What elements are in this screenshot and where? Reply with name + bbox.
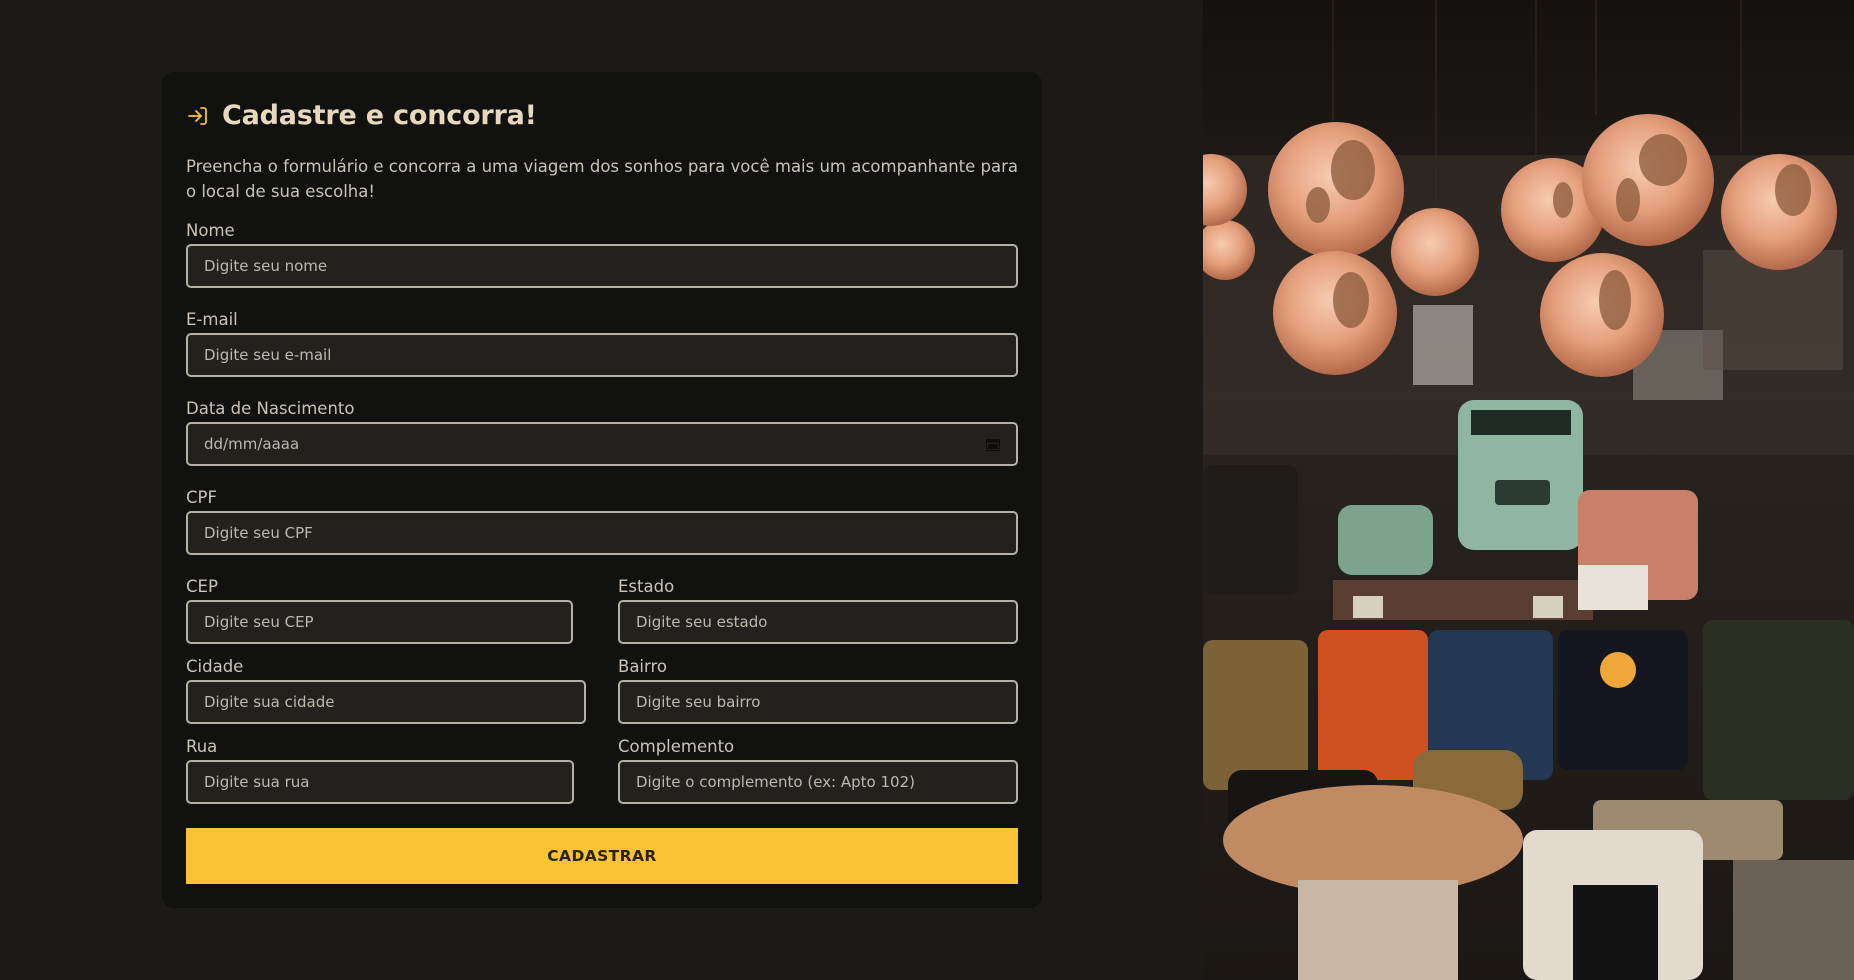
cep-label: CEP xyxy=(186,577,218,596)
email-placeholder: Digite seu e-mail xyxy=(204,346,332,364)
estado-placeholder: Digite seu estado xyxy=(636,613,768,631)
bairro-label: Bairro xyxy=(618,657,668,676)
login-arrow-icon xyxy=(188,106,207,125)
calendar-icon[interactable] xyxy=(986,438,1000,451)
globes-and-backpacks-illustration xyxy=(1203,0,1854,980)
cidade-input[interactable]: Digite sua cidade xyxy=(186,680,586,724)
email-input[interactable]: Digite seu e-mail xyxy=(186,333,1018,377)
cep-placeholder: Digite seu CEP xyxy=(204,613,314,631)
cep-input[interactable]: Digite seu CEP xyxy=(186,600,573,644)
complemento-label: Complemento xyxy=(618,737,735,756)
rua-placeholder: Digite sua rua xyxy=(204,773,310,791)
nascimento-label: Data de Nascimento xyxy=(186,399,355,418)
left-pane: Cadastre e concorra! Preencha o formulár… xyxy=(0,0,1203,980)
cidade-label: Cidade xyxy=(186,657,244,676)
complemento-field-group: Complemento Digite o complemento (ex: Ap… xyxy=(618,736,1018,804)
cep-field-group: CEP Digite seu CEP xyxy=(186,576,573,644)
nome-field-group: Nome Digite seu nome xyxy=(186,220,1018,288)
nome-input[interactable]: Digite seu nome xyxy=(186,244,1018,288)
rua-field-group: Rua Digite sua rua xyxy=(186,736,574,804)
cpf-placeholder: Digite seu CPF xyxy=(204,524,313,542)
cpf-label: CPF xyxy=(186,488,217,507)
estado-input[interactable]: Digite seu estado xyxy=(618,600,1018,644)
nome-placeholder: Digite seu nome xyxy=(204,257,328,275)
nascimento-placeholder: dd/mm/aaaa xyxy=(204,435,300,453)
email-label: E-mail xyxy=(186,310,238,329)
hero-photo xyxy=(1203,0,1854,980)
complemento-input[interactable]: Digite o complemento (ex: Apto 102) xyxy=(618,760,1018,804)
bairro-placeholder: Digite seu bairro xyxy=(636,693,761,711)
nascimento-input[interactable]: dd/mm/aaaa xyxy=(186,422,1018,466)
bairro-field-group: Bairro Digite seu bairro xyxy=(618,656,1018,724)
card-header: Cadastre e concorra! xyxy=(186,100,537,131)
nascimento-field-group: Data de Nascimento dd/mm/aaaa xyxy=(186,398,1018,466)
estado-label: Estado xyxy=(618,577,675,596)
cidade-field-group: Cidade Digite sua cidade xyxy=(186,656,586,724)
nome-label: Nome xyxy=(186,221,235,240)
email-field-group: E-mail Digite seu e-mail xyxy=(186,309,1018,377)
cpf-field-group: CPF Digite seu CPF xyxy=(186,487,1018,555)
complemento-placeholder: Digite o complemento (ex: Apto 102) xyxy=(636,773,915,791)
cpf-input[interactable]: Digite seu CPF xyxy=(186,511,1018,555)
page-title: Cadastre e concorra! xyxy=(222,100,537,131)
bairro-input[interactable]: Digite seu bairro xyxy=(618,680,1018,724)
signup-card: Cadastre e concorra! Preencha o formulár… xyxy=(162,72,1042,908)
cidade-placeholder: Digite sua cidade xyxy=(204,693,335,711)
estado-field-group: Estado Digite seu estado xyxy=(618,576,1018,644)
form-description: Preencha o formulário e concorra a uma v… xyxy=(186,157,1019,201)
rua-label: Rua xyxy=(186,737,218,756)
cadastrar-button[interactable]: CADASTRAR xyxy=(186,828,1018,884)
rua-input[interactable]: Digite sua rua xyxy=(186,760,574,804)
